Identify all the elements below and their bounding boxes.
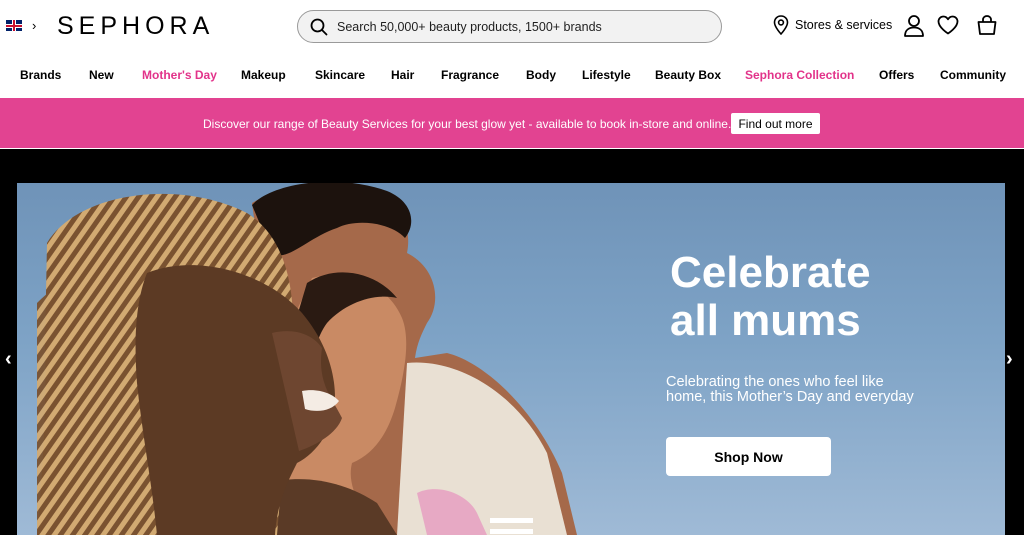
shop-now-button[interactable]: Shop Now — [666, 437, 831, 476]
sephora-logo[interactable]: SEPHORA — [57, 12, 214, 41]
carousel-pager-icon[interactable] — [490, 518, 533, 535]
nav-item-brands[interactable]: Brands — [20, 68, 61, 82]
nav-item-community[interactable]: Community — [940, 68, 1006, 82]
promo-banner-text: Discover our range of Beauty Services fo… — [203, 117, 732, 131]
nav-item-body[interactable]: Body — [526, 68, 556, 82]
nav-item-fragrance[interactable]: Fragrance — [441, 68, 499, 82]
search-bar[interactable] — [297, 10, 722, 43]
nav-item-offers[interactable]: Offers — [879, 68, 914, 82]
nav-item-sephora-collection[interactable]: Sephora Collection — [745, 68, 854, 82]
carousel-next-arrow[interactable]: › — [1006, 349, 1013, 369]
search-input[interactable] — [337, 19, 697, 34]
hero-title-line-2: all mums — [670, 296, 861, 345]
nav-item-mothers-day[interactable]: Mother's Day — [142, 68, 217, 82]
hero-title-line-1: Celebrate — [670, 248, 871, 297]
site-header: › SEPHORA Stores & services — [0, 0, 1024, 52]
hero-carousel: ‹ › Celebrate all mums Celebrating the o… — [0, 149, 1024, 535]
search-icon — [310, 18, 328, 35]
stores-and-services-link[interactable]: Stores & services — [773, 15, 892, 35]
uk-flag-icon — [6, 20, 22, 31]
hero-subtitle: Celebrating the ones who feel like home,… — [666, 374, 914, 405]
find-out-more-button[interactable]: Find out more — [731, 113, 820, 134]
hero-title: Celebrate all mums — [670, 249, 970, 345]
nav-item-skincare[interactable]: Skincare — [315, 68, 365, 82]
carousel-prev-arrow[interactable]: ‹ — [5, 349, 12, 369]
locale-selector[interactable]: › — [6, 19, 36, 32]
basket-icon[interactable] — [976, 14, 998, 36]
location-pin-icon — [773, 15, 789, 35]
nav-item-lifestyle[interactable]: Lifestyle — [582, 68, 631, 82]
nav-item-hair[interactable]: Hair — [391, 68, 414, 82]
heart-icon[interactable] — [937, 15, 959, 35]
main-navigation: Brands New Mother's Day Makeup Skincare … — [0, 60, 1024, 90]
nav-item-new[interactable]: New — [89, 68, 114, 82]
nav-item-makeup[interactable]: Makeup — [241, 68, 286, 82]
stores-label: Stores & services — [795, 18, 893, 32]
nav-item-beauty-box[interactable]: Beauty Box — [655, 68, 721, 82]
user-icon[interactable] — [903, 14, 925, 38]
hero-slide[interactable]: Celebrate all mums Celebrating the ones … — [17, 183, 1005, 535]
promo-banner: Discover our range of Beauty Services fo… — [0, 98, 1024, 148]
chevron-right-icon: › — [32, 18, 37, 33]
hero-photo — [37, 183, 577, 535]
